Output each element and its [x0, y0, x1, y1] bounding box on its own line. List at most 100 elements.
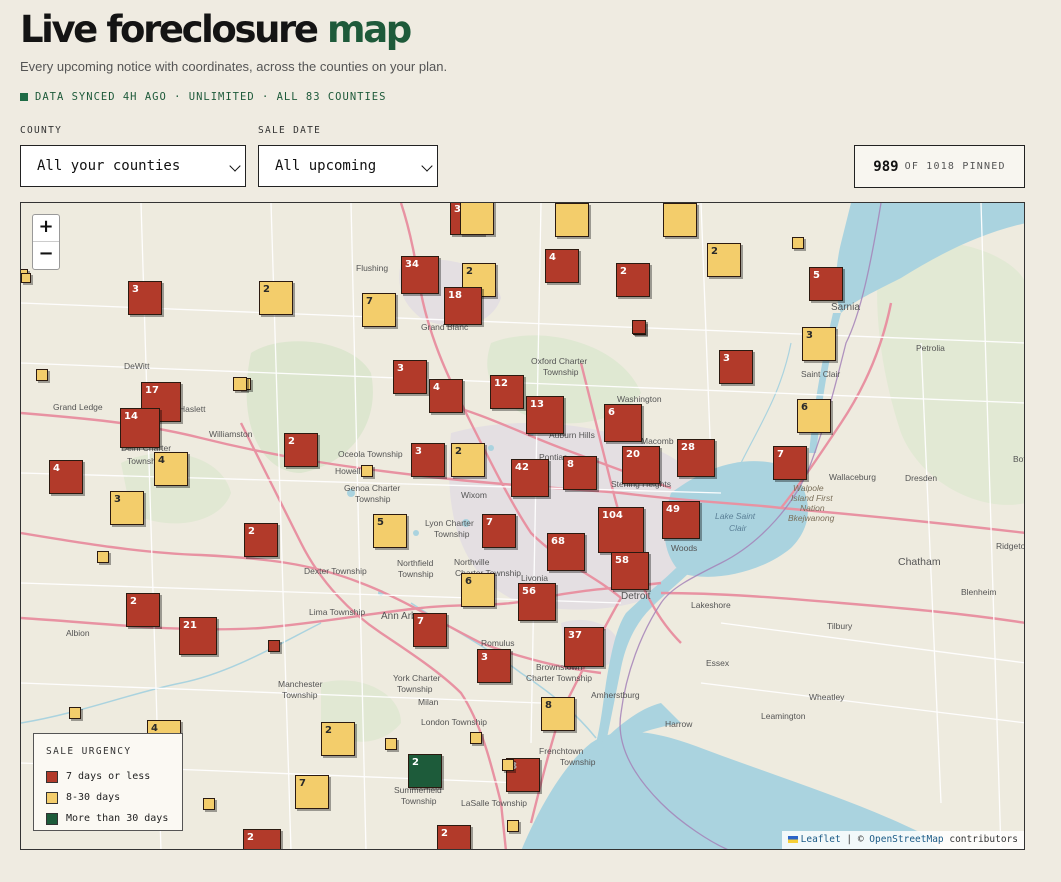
svg-text:Nation: Nation	[800, 503, 825, 513]
foreclosure-cluster-marker[interactable]: 2	[284, 433, 318, 467]
foreclosure-cluster-marker[interactable]	[385, 738, 397, 750]
foreclosure-cluster-marker[interactable]	[97, 551, 109, 563]
foreclosure-cluster-marker[interactable]: 4	[545, 249, 579, 283]
foreclosure-cluster-marker[interactable]: 6	[797, 399, 831, 433]
foreclosure-cluster-marker[interactable]: 3	[128, 281, 162, 315]
foreclosure-cluster-marker[interactable]: 6	[604, 404, 642, 442]
svg-text:Dexter Township: Dexter Township	[304, 566, 367, 576]
sale-date-select[interactable]: All upcoming	[258, 145, 438, 187]
foreclosure-cluster-marker[interactable]: 104	[598, 507, 644, 553]
foreclosure-cluster-marker[interactable]	[632, 320, 646, 334]
svg-text:Woods: Woods	[671, 543, 697, 553]
foreclosure-cluster-marker[interactable]: 2	[437, 825, 471, 849]
foreclosure-cluster-marker[interactable]: 20	[622, 446, 660, 484]
foreclosure-cluster-marker[interactable]: 7	[413, 613, 447, 647]
attribution-sep: | ©	[840, 834, 870, 845]
zoom-control[interactable]: + −	[32, 214, 60, 270]
foreclosure-cluster-marker[interactable]: 8	[541, 697, 575, 731]
foreclosure-cluster-marker[interactable]: 28	[677, 439, 715, 477]
osm-link[interactable]: OpenStreetMap	[869, 834, 943, 845]
foreclosure-cluster-marker[interactable]: 7	[773, 446, 807, 480]
svg-text:Township: Township	[397, 684, 433, 694]
foreclosure-cluster-marker[interactable]: 5	[373, 514, 407, 548]
svg-text:Tilbury: Tilbury	[827, 621, 853, 631]
leaflet-link[interactable]: Leaflet	[801, 834, 841, 845]
foreclosure-cluster-marker[interactable]	[460, 203, 494, 235]
foreclosure-cluster-marker[interactable]: 2	[126, 593, 160, 627]
foreclosure-cluster-marker[interactable]: 42	[511, 459, 549, 497]
foreclosure-cluster-marker[interactable]	[268, 640, 280, 652]
svg-text:Clair: Clair	[729, 523, 748, 533]
foreclosure-cluster-marker[interactable]	[21, 273, 31, 283]
pinned-total: OF 1018 PINNED	[904, 161, 1006, 172]
foreclosure-cluster-marker[interactable]	[203, 798, 215, 810]
zoom-out-button[interactable]: −	[33, 242, 59, 268]
foreclosure-cluster-marker[interactable]	[502, 759, 514, 771]
foreclosure-cluster-marker[interactable]	[507, 820, 519, 832]
foreclosure-cluster-marker[interactable]: 37	[564, 627, 604, 667]
foreclosure-cluster-marker[interactable]: 2	[244, 523, 278, 557]
foreclosure-cluster-marker[interactable]: 8	[563, 456, 597, 490]
foreclosure-cluster-marker[interactable]: 12	[490, 375, 524, 409]
foreclosure-cluster-marker[interactable]: 3	[411, 443, 445, 477]
foreclosure-cluster-marker[interactable]: 58	[611, 552, 649, 590]
foreclosure-cluster-marker[interactable]: 18	[444, 287, 482, 325]
foreclosure-cluster-marker[interactable]: 2	[451, 443, 485, 477]
foreclosure-cluster-marker[interactable]: 7	[295, 775, 329, 809]
svg-text:Northfield: Northfield	[397, 558, 434, 568]
foreclosure-cluster-marker[interactable]: 49	[662, 501, 700, 539]
svg-text:Ridgetown: Ridgetown	[996, 541, 1025, 551]
foreclosure-cluster-marker[interactable]: 21	[179, 617, 217, 655]
svg-text:DeWitt: DeWitt	[124, 361, 150, 371]
svg-text:Manchester: Manchester	[278, 679, 323, 689]
svg-text:Wheatley: Wheatley	[809, 692, 845, 702]
foreclosure-cluster-marker[interactable]: 3	[802, 327, 836, 361]
county-select[interactable]: All your counties	[20, 145, 246, 187]
foreclosure-cluster-marker[interactable]	[69, 707, 81, 719]
foreclosure-cluster-marker[interactable]	[361, 465, 373, 477]
foreclosure-cluster-marker[interactable]: 3	[477, 649, 511, 683]
foreclosure-cluster-marker[interactable]: 5	[809, 267, 843, 301]
svg-text:LaSalle Township: LaSalle Township	[461, 798, 527, 808]
pinned-count: 989	[873, 158, 899, 175]
foreclosure-cluster-marker[interactable]: 2	[321, 722, 355, 756]
foreclosure-cluster-marker[interactable]: 14	[120, 408, 160, 448]
map-attribution: Leaflet | © OpenStreetMap contributors	[781, 831, 1024, 849]
foreclosure-cluster-marker[interactable]	[663, 203, 697, 237]
zoom-in-button[interactable]: +	[33, 215, 59, 242]
svg-text:Detroit: Detroit	[621, 591, 651, 602]
foreclosure-cluster-marker[interactable]: 13	[526, 396, 564, 434]
foreclosure-cluster-marker[interactable]: 2	[243, 829, 281, 849]
foreclosure-cluster-marker[interactable]: 7	[362, 293, 396, 327]
foreclosure-cluster-marker[interactable]: 2	[408, 754, 442, 788]
svg-text:Grand Ledge: Grand Ledge	[53, 402, 103, 412]
foreclosure-cluster-marker[interactable]	[470, 732, 482, 744]
foreclosure-cluster-marker[interactable]: 4	[49, 460, 83, 494]
foreclosure-cluster-marker[interactable]	[555, 203, 589, 237]
foreclosure-cluster-marker[interactable]: 56	[518, 583, 556, 621]
ukraine-flag-icon	[787, 836, 798, 843]
foreclosure-cluster-marker[interactable]	[233, 377, 247, 391]
svg-text:Frenchtown: Frenchtown	[539, 746, 584, 756]
foreclosure-cluster-marker[interactable]: 3	[110, 491, 144, 525]
foreclosure-cluster-marker[interactable]: 34	[401, 256, 439, 294]
foreclosure-cluster-marker[interactable]	[36, 369, 48, 381]
foreclosure-cluster-marker[interactable]: 4	[429, 379, 463, 413]
foreclosure-map[interactable]: Flushing Grand Blanc DeWitt Grand Ledge Has…	[20, 202, 1025, 850]
legend-swatch-green	[46, 812, 58, 825]
foreclosure-cluster-marker[interactable]: 6	[461, 573, 495, 607]
svg-text:Genoa Charter: Genoa Charter	[344, 483, 400, 493]
sale-date-select-value: All upcoming	[275, 158, 377, 174]
foreclosure-cluster-marker[interactable]: 7	[482, 514, 516, 548]
foreclosure-cluster-marker[interactable]: 3	[393, 360, 427, 394]
foreclosure-cluster-marker[interactable]: 4	[154, 452, 188, 486]
foreclosure-cluster-marker[interactable]: 2	[707, 243, 741, 277]
foreclosure-cluster-marker[interactable]: 3	[719, 350, 753, 384]
page-subtitle: Every upcoming notice with coordinates, …	[20, 59, 448, 74]
foreclosure-cluster-marker[interactable]	[792, 237, 804, 249]
svg-text:Oceola Township: Oceola Township	[338, 449, 403, 459]
foreclosure-cluster-marker[interactable]: 68	[547, 533, 585, 571]
foreclosure-cluster-marker[interactable]: 2	[616, 263, 650, 297]
svg-text:Flushing: Flushing	[356, 263, 388, 273]
foreclosure-cluster-marker[interactable]: 2	[259, 281, 293, 315]
